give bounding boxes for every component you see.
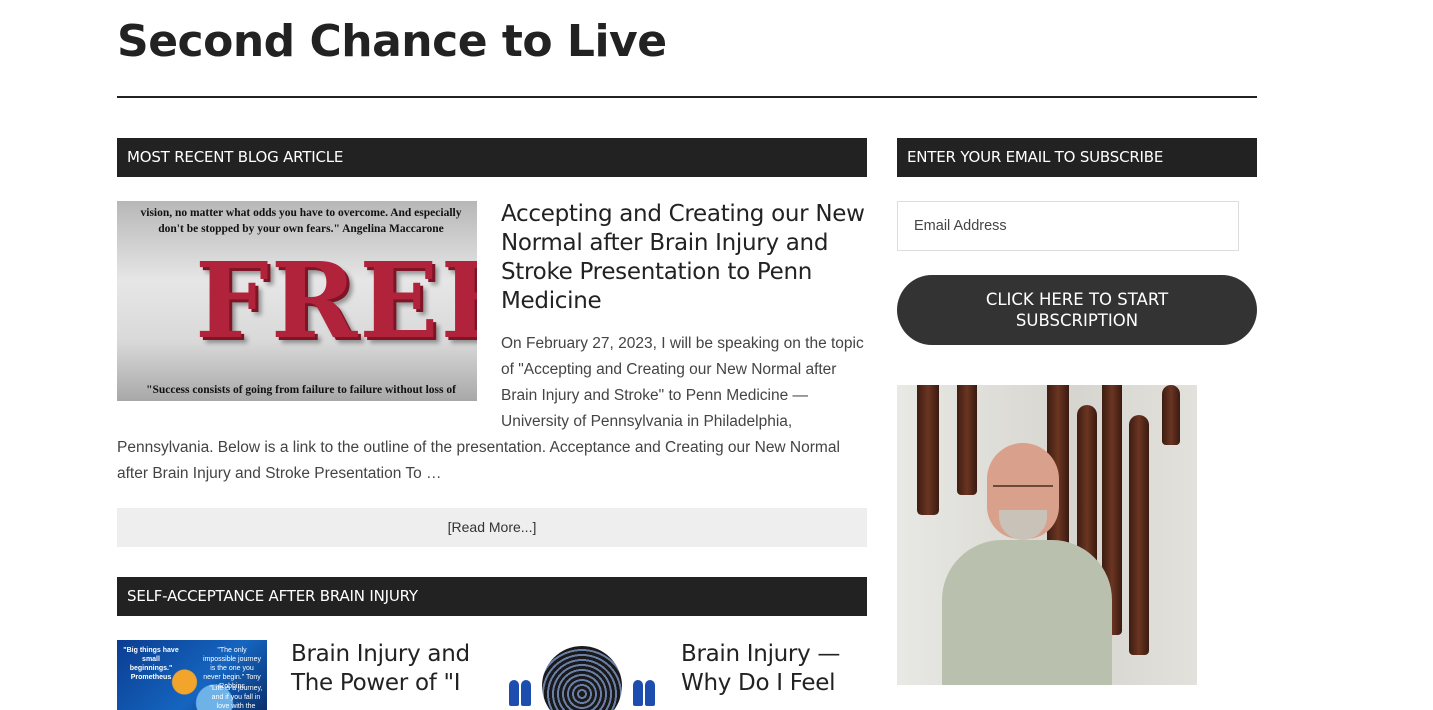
- most-recent-heading: MOST RECENT BLOG ARTICLE: [117, 138, 867, 177]
- post-title-link[interactable]: Brain Injury — Why Do I Feel: [681, 640, 871, 698]
- person-figure: [633, 680, 643, 706]
- person-figure: [645, 680, 655, 706]
- featured-image[interactable]: vision, no matter what odds you have to …: [117, 201, 477, 401]
- post-thumbnail[interactable]: "Big things have small beginnings." Prom…: [117, 640, 267, 710]
- excerpt-line: of "Accepting and Creating our New Norma…: [501, 361, 837, 378]
- wall-art-bottle: [1162, 385, 1180, 445]
- author-body: [942, 540, 1112, 685]
- header-divider: [117, 96, 1257, 98]
- post-title-link[interactable]: Brain Injury and The Power of "I: [291, 640, 481, 698]
- person-figure: [509, 680, 519, 706]
- excerpt-line: after Brain Injury and Stroke Presentati…: [117, 465, 442, 482]
- brain-rings-graphic: [542, 646, 622, 710]
- wall-art-bottle: [1129, 415, 1149, 655]
- email-input[interactable]: [897, 201, 1239, 251]
- site-title[interactable]: Second Chance to Live: [117, 14, 667, 70]
- thumbnail-quote: "Life is a journey, and if you fall in l…: [209, 685, 263, 710]
- author-glasses: [993, 485, 1053, 499]
- post-thumbnail[interactable]: [507, 640, 657, 710]
- excerpt-line: University of Pennsylvania in Philadelph…: [501, 413, 793, 430]
- featured-image-word: FREE: [195, 239, 477, 362]
- person-figure: [521, 680, 531, 706]
- subscribe-button[interactable]: CLICK HERE TO START SUBSCRIPTION: [897, 275, 1257, 345]
- read-more-button[interactable]: [Read More...]: [117, 508, 867, 547]
- excerpt-line: Pennsylvania. Below is a link to the out…: [117, 439, 840, 456]
- excerpt-line: Brain Injury and Stroke" to Penn Medicin…: [501, 387, 809, 404]
- wall-art-bottle: [917, 385, 939, 515]
- wall-art-bottle: [957, 385, 977, 495]
- thumbnail-quote: "Big things have small beginnings." Prom…: [123, 647, 179, 681]
- article-title-link[interactable]: Accepting and Creating our New Normal af…: [501, 200, 871, 316]
- featured-image-quote-top: vision, no matter what odds you have to …: [140, 207, 462, 235]
- featured-image-quote-bottom: "Success consists of going from failure …: [146, 384, 456, 396]
- excerpt-line: On February 27, 2023, I will be speaking…: [501, 335, 864, 352]
- self-acceptance-heading: SELF-ACCEPTANCE AFTER BRAIN INJURY: [117, 577, 867, 616]
- subscribe-heading: ENTER YOUR EMAIL TO SUBSCRIBE: [897, 138, 1257, 177]
- author-photo: [897, 385, 1197, 685]
